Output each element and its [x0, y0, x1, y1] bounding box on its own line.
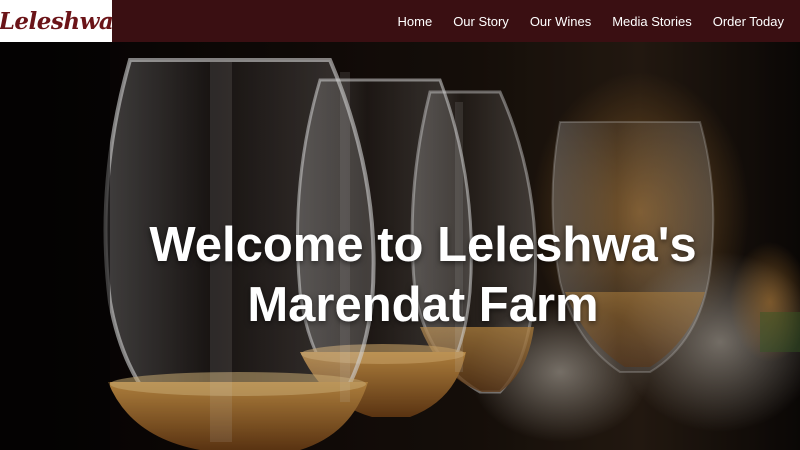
hero-title: Welcome to Leleshwa's Marendat Farm — [0, 215, 800, 335]
main-nav: Home Our Story Our Wines Media Stories O… — [398, 0, 785, 42]
nav-item-order-today[interactable]: Order Today — [713, 14, 784, 29]
hero-title-line-1: Welcome to Leleshwa's — [149, 217, 697, 272]
nav-item-our-story[interactable]: Our Story — [453, 14, 509, 29]
nav-item-our-wines[interactable]: Our Wines — [530, 14, 591, 29]
nav-item-home[interactable]: Home — [398, 14, 433, 29]
hero-title-line-2: Marendat Farm — [247, 277, 599, 332]
site-header: Leleshwa Home Our Story Our Wines Media … — [0, 0, 800, 42]
hero-section: Welcome to Leleshwa's Marendat Farm — [0, 42, 800, 450]
nav-item-media-stories[interactable]: Media Stories — [612, 14, 691, 29]
logo-text: Leleshwa — [0, 7, 114, 35]
logo[interactable]: Leleshwa — [0, 0, 114, 42]
page: Leleshwa Home Our Story Our Wines Media … — [0, 0, 800, 450]
